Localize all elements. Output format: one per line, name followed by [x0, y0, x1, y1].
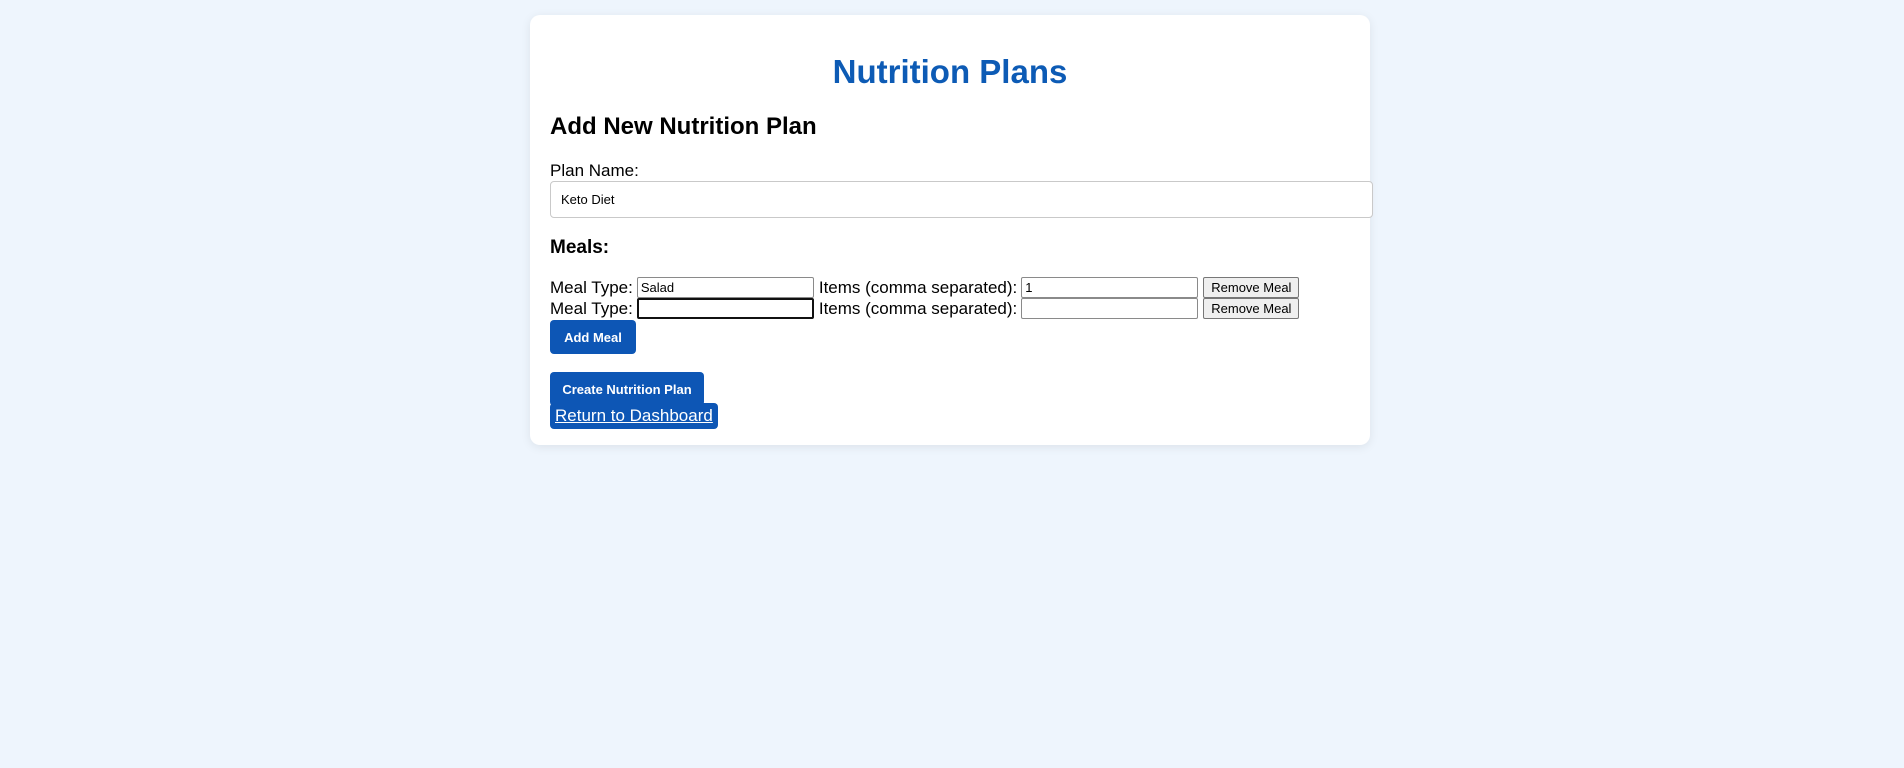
meal-items-input[interactable] — [1021, 298, 1199, 319]
add-meal-button[interactable]: Add Meal — [550, 320, 636, 354]
section-title: Add New Nutrition Plan — [550, 113, 817, 140]
meal-type-label: Meal Type: — [550, 298, 633, 318]
meal-row: Meal Type: Items (comma separated): Remo… — [550, 277, 1300, 298]
remove-meal-button[interactable]: Remove Meal — [1203, 298, 1300, 319]
meals-title: Meals: — [550, 237, 610, 258]
meal-type-input[interactable] — [636, 277, 814, 298]
plan-name-input[interactable] — [550, 181, 1373, 218]
meal-type-label: Meal Type: — [550, 277, 633, 297]
create-nutrition-plan-button[interactable]: Create Nutrition Plan — [550, 372, 704, 406]
meal-items-label: Items (comma separated): — [818, 277, 1018, 297]
meal-row: Meal Type: Items (comma separated): Remo… — [550, 298, 1300, 319]
remove-meal-button[interactable]: Remove Meal — [1203, 277, 1300, 298]
meal-type-input[interactable] — [636, 298, 814, 319]
meal-items-label: Items (comma separated): — [818, 298, 1018, 318]
return-to-dashboard-link[interactable]: Return to Dashboard — [550, 403, 718, 429]
page-title: Nutrition Plans — [832, 53, 1068, 90]
plan-name-label: Plan Name: — [550, 161, 639, 180]
meal-items-input[interactable] — [1021, 277, 1199, 298]
nutrition-plan-card: Nutrition Plans Add New Nutrition Plan P… — [530, 15, 1373, 445]
